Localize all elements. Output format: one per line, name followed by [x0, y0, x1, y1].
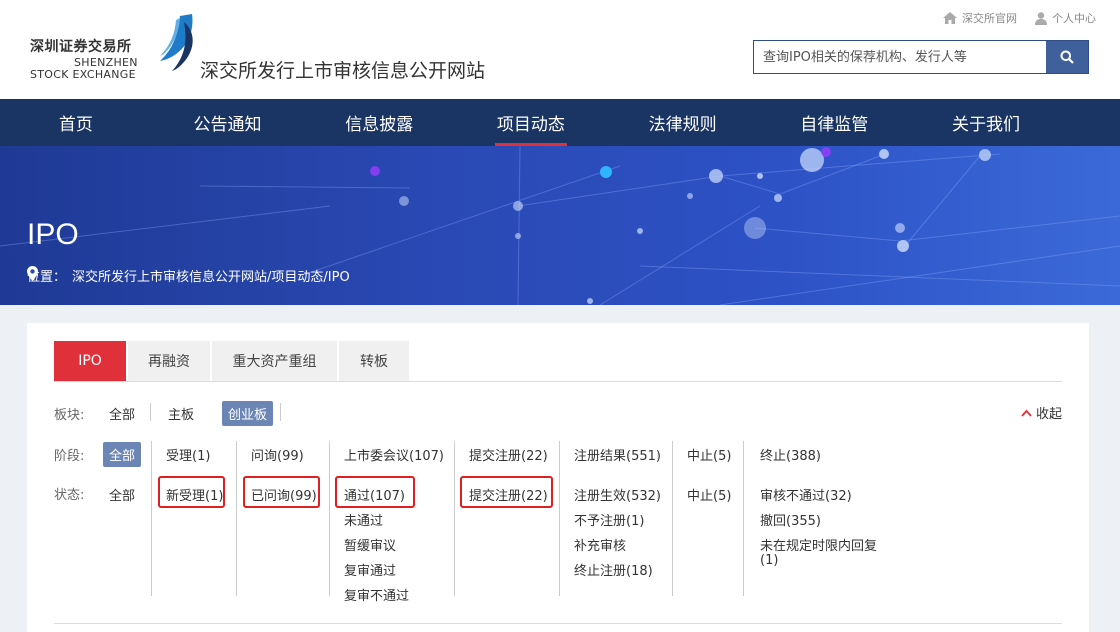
tab-board-transfer[interactable]: 转板: [339, 341, 409, 381]
nav-item-rules[interactable]: 法律规则: [607, 99, 759, 146]
site-title: 深交所发行上市审核信息公开网站: [200, 60, 486, 82]
tab-refinancing[interactable]: 再融资: [128, 341, 210, 381]
highlight-box: [335, 476, 415, 508]
breadcrumb: 位置： 深交所发行上市审核信息公开网站/项目动态/IPO: [27, 266, 350, 285]
search-icon: [1060, 50, 1074, 64]
user-icon: [1035, 11, 1047, 25]
nav-item-announcements[interactable]: 公告通知: [152, 99, 304, 146]
board-option-chinext[interactable]: 创业板: [222, 401, 274, 426]
filter-panel: IPO 再融资 重大资产重组 转板 板块: 全部 主板 创业板 收起 阶段: 全…: [27, 323, 1089, 632]
nav-item-disclosure[interactable]: 信息披露: [303, 99, 455, 146]
stage-option-all[interactable]: 全部: [103, 442, 142, 467]
stage-option-registration-result[interactable]: 注册结果(551): [574, 445, 661, 464]
stage-option-inquiry[interactable]: 问询(99): [251, 445, 304, 464]
column-divider: [151, 441, 152, 596]
official-site-link[interactable]: 深交所官网: [943, 10, 1017, 26]
status-registration-terminated[interactable]: 终止注册(18): [574, 560, 653, 579]
status-no-reply-in-time[interactable]: 未在规定时限内回复: [760, 535, 877, 554]
collapse-toggle[interactable]: 收起: [1021, 403, 1062, 422]
highlight-box: [460, 476, 553, 508]
logo-chinese-name: 深圳证券交易所: [30, 39, 132, 55]
status-registration-denied[interactable]: 不予注册(1): [574, 510, 644, 529]
official-site-label: 深交所官网: [962, 12, 1017, 25]
search-input[interactable]: [754, 41, 1046, 73]
collapse-label: 收起: [1035, 407, 1062, 422]
nav-item-about[interactable]: 关于我们: [910, 99, 1062, 146]
nav-item-self-regulation[interactable]: 自律监管: [758, 99, 910, 146]
board-option-all[interactable]: 全部: [109, 404, 135, 423]
column-divider: [454, 441, 455, 596]
szse-logo[interactable]: 深圳证券交易所 SHENZHEN STOCK EXCHANGE: [30, 14, 200, 84]
status-review-failed[interactable]: 审核不通过(32): [760, 485, 852, 504]
banner-title: IPO: [27, 218, 79, 251]
home-icon: [943, 12, 957, 24]
main-nav: 首页 公告通知 信息披露 项目动态 法律规则 自律监管 关于我们: [0, 99, 1120, 146]
status-registration-effective[interactable]: 注册生效(532): [574, 485, 661, 504]
status-option-all[interactable]: 全部: [109, 485, 135, 504]
szse-emblem-icon: [160, 14, 193, 71]
stage-option-terminated[interactable]: 终止(388): [760, 445, 821, 464]
breadcrumb-path[interactable]: 深交所发行上市审核信息公开网站/项目动态/IPO: [72, 266, 350, 285]
divider: [280, 403, 281, 421]
divider: [150, 403, 151, 421]
stage-option-listing-committee[interactable]: 上市委会议(107): [344, 445, 444, 464]
search-button[interactable]: [1046, 41, 1088, 73]
status-supplementary-review[interactable]: 补充审核: [574, 535, 626, 554]
search-box: [753, 40, 1089, 74]
logo-english-line2: STOCK EXCHANGE: [30, 68, 136, 81]
tab-major-restructuring[interactable]: 重大资产重组: [212, 341, 337, 381]
nav-item-home[interactable]: 首页: [0, 99, 152, 146]
status-suspended[interactable]: 中止(5): [687, 485, 731, 504]
status-review-approved[interactable]: 复审通过: [344, 560, 396, 579]
status-not-approved[interactable]: 未通过: [344, 510, 383, 529]
category-tabs: IPO 再融资 重大资产重组 转板: [54, 341, 411, 381]
highlight-box: [158, 476, 225, 508]
status-withdrawn[interactable]: 撤回(355): [760, 510, 821, 529]
status-label: 状态:: [54, 488, 85, 503]
page-banner: IPO 位置： 深交所发行上市审核信息公开网站/项目动态/IPO: [0, 146, 1120, 305]
board-option-main[interactable]: 主板: [168, 404, 194, 423]
board-label: 板块:: [54, 408, 85, 423]
location-pin-icon: [27, 266, 38, 281]
column-divider: [743, 441, 744, 596]
user-center-label: 个人中心: [1052, 12, 1096, 25]
column-divider: [329, 441, 330, 596]
top-links: 深交所官网 个人中心: [943, 10, 1096, 26]
site-header: 深圳证券交易所 SHENZHEN STOCK EXCHANGE 深交所发行上市审…: [0, 0, 1120, 99]
stage-option-submit-registration[interactable]: 提交注册(22): [469, 445, 548, 464]
status-review-not-approved[interactable]: 复审不通过: [344, 585, 409, 604]
highlight-box: [243, 476, 320, 508]
panel-bottom-divider: [54, 623, 1062, 624]
status-deferred[interactable]: 暂缓审议: [344, 535, 396, 554]
stage-option-suspended[interactable]: 中止(5): [687, 445, 731, 464]
tabs-divider: [54, 381, 1062, 382]
user-center-link[interactable]: 个人中心: [1035, 10, 1096, 26]
stage-option-accepted[interactable]: 受理(1): [166, 445, 210, 464]
tab-ipo[interactable]: IPO: [54, 341, 126, 381]
column-divider: [559, 441, 560, 596]
chevron-up-icon: [1021, 409, 1032, 417]
nav-item-project-updates[interactable]: 项目动态: [455, 99, 607, 146]
stage-label: 阶段:: [54, 449, 85, 464]
column-divider: [672, 441, 673, 596]
status-no-reply-count: (1): [760, 553, 779, 568]
column-divider: [236, 441, 237, 596]
